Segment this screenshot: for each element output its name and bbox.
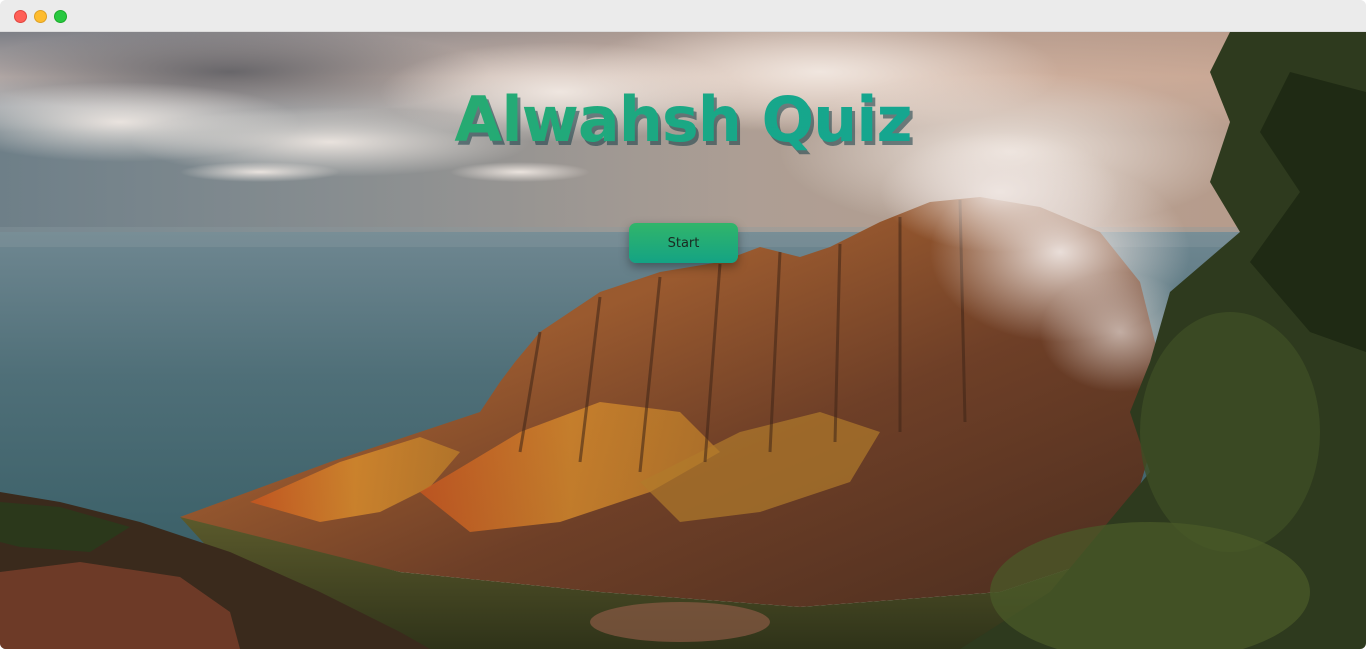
page-title: Alwahsh Quiz [0, 84, 1366, 156]
close-icon[interactable] [14, 10, 27, 23]
maximize-icon[interactable] [54, 10, 67, 23]
minimize-icon[interactable] [34, 10, 47, 23]
browser-window: Alwahsh Quiz Start [0, 0, 1366, 649]
page-viewport: Alwahsh Quiz Start [0, 32, 1366, 649]
start-button[interactable]: Start [629, 223, 738, 263]
window-titlebar [0, 0, 1366, 32]
